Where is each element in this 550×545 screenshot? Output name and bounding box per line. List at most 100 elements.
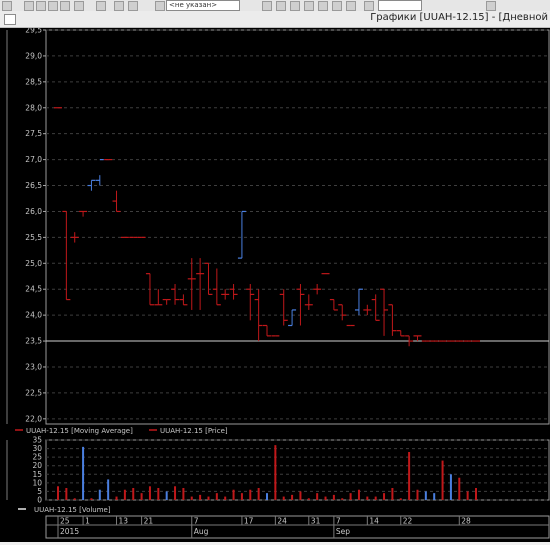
toolbar-button[interactable]: [48, 1, 58, 11]
x-tick-label: 22: [403, 517, 413, 526]
toolbar-button[interactable]: [114, 1, 124, 11]
legend-label: UUAH-12.15 [Price]: [160, 427, 228, 435]
volume-bar: [107, 479, 110, 500]
volume-bar: [441, 460, 444, 500]
volume-bar: [123, 489, 126, 500]
filter-combo[interactable]: <не указан>: [166, 0, 240, 11]
price-tick-label: 23,5: [25, 337, 42, 346]
toolbar-button[interactable]: [346, 1, 356, 11]
volume-bar: [65, 488, 68, 500]
volume-bar: [466, 491, 469, 500]
toolbar-button[interactable]: [262, 1, 272, 11]
volume-bar: [232, 489, 235, 500]
legend-label: UUAH-12.15 [Moving Average]: [26, 427, 133, 435]
x-tick-label: 31: [311, 517, 321, 526]
volume-bar: [224, 496, 227, 500]
volume-bar: [357, 489, 360, 500]
x-period-label: Aug: [194, 527, 209, 536]
chart-frame: 29,5 29,0 28,5 28,0 27,5 27,0 26,5 26,0 25,5 25,0…: [0, 26, 550, 542]
volume-bar: [274, 445, 277, 500]
volume-bar: [148, 486, 151, 500]
toolbar-button[interactable]: [60, 1, 70, 11]
volume-bar: [408, 452, 411, 500]
volume-bar: [316, 493, 319, 500]
x-tick-label: 25: [60, 517, 70, 526]
toolbar-button[interactable]: [304, 1, 314, 11]
price-tick-label: 27,0: [25, 155, 42, 164]
volume-bar: [416, 489, 419, 500]
window-titlebar: Графики [UUAH-12.15] - [Дневной: [0, 11, 550, 28]
x-tick-label: 17: [244, 517, 254, 526]
volume-bar: [240, 493, 243, 500]
price-tick-label: 25,5: [25, 233, 42, 242]
volume-bar: [98, 489, 101, 500]
price-tick-label: 26,5: [25, 181, 42, 190]
volume-bar: [458, 477, 461, 500]
volume-bar: [257, 488, 260, 500]
x-period-label: Sep: [336, 527, 350, 536]
volume-bar: [324, 496, 327, 500]
price-panel: [45, 29, 550, 425]
x-tick-label: 14: [369, 517, 379, 526]
price-tick-label: 28,0: [25, 103, 42, 112]
price-tick-label: 22,5: [25, 388, 42, 397]
toolbar-button[interactable]: [96, 1, 106, 11]
toolbar-button[interactable]: [486, 1, 496, 11]
volume-bar: [90, 498, 93, 500]
search-icon[interactable]: [364, 1, 374, 11]
volume-bar: [391, 488, 394, 500]
volume-bar: [366, 496, 369, 500]
volume-bar: [140, 493, 143, 500]
toolbar-button[interactable]: [332, 1, 342, 11]
volume-bar: [73, 498, 76, 500]
toolbar-button[interactable]: [276, 1, 286, 11]
x-tick-label: 1: [85, 517, 90, 526]
volume-bar: [291, 494, 294, 500]
price-tick-label: 26,0: [25, 207, 42, 216]
toolbar-button[interactable]: [36, 1, 46, 11]
volume-bar: [349, 493, 352, 500]
volume-bar: [82, 446, 85, 500]
price-tick-label: 27,5: [25, 129, 42, 138]
toolbar-field[interactable]: [378, 0, 422, 11]
price-tick-label: 22,0: [25, 414, 42, 423]
toolbar-button[interactable]: [318, 1, 328, 11]
toolbar-button[interactable]: [24, 1, 34, 11]
x-tick-label: 21: [144, 517, 154, 526]
volume-bar: [207, 496, 210, 500]
legend-label: UUAH-12.15 [Volume]: [34, 506, 111, 514]
volume-bar: [190, 496, 193, 500]
volume-bar: [424, 491, 427, 500]
price-tick-label: 24,0: [25, 311, 42, 320]
price-tick-label: 24,5: [25, 285, 42, 294]
volume-bar: [132, 488, 135, 500]
volume-bar: [57, 486, 59, 500]
volume-bar: [266, 493, 268, 500]
price-tick-label: 29,5: [25, 28, 42, 35]
volume-bar: [174, 486, 177, 500]
x-tick-label: 24: [277, 517, 287, 526]
close-icon[interactable]: [155, 1, 165, 11]
volume-bar: [341, 498, 344, 500]
window-title: Графики [UUAH-12.15] - [Дневной: [370, 12, 548, 23]
chart-canvas[interactable]: 29,5 29,0 28,5 28,0 27,5 27,0 26,5 26,0 25,5 25,0…: [0, 26, 550, 542]
volume-bar: [282, 496, 285, 500]
volume-tick-label: 0: [37, 496, 42, 505]
volume-bar: [165, 491, 168, 500]
x-period-label: 2015: [60, 527, 79, 536]
volume-bar: [399, 498, 402, 500]
toolbar-button[interactable]: [290, 1, 300, 11]
price-tick-label: 23,0: [25, 362, 42, 371]
price-tick-label: 28,5: [25, 77, 42, 86]
x-tick-label: 28: [461, 517, 471, 526]
volume-bar: [374, 496, 377, 500]
volume-bar: [433, 493, 436, 500]
volume-bar: [449, 474, 452, 500]
volume-bar: [215, 493, 218, 500]
volume-bar: [475, 488, 477, 500]
toolbar-button[interactable]: [74, 1, 84, 11]
flag-icon[interactable]: [128, 1, 138, 11]
x-tick-label: 13: [119, 517, 129, 526]
window-icon[interactable]: [4, 14, 16, 25]
toolbar-button[interactable]: [2, 1, 12, 11]
